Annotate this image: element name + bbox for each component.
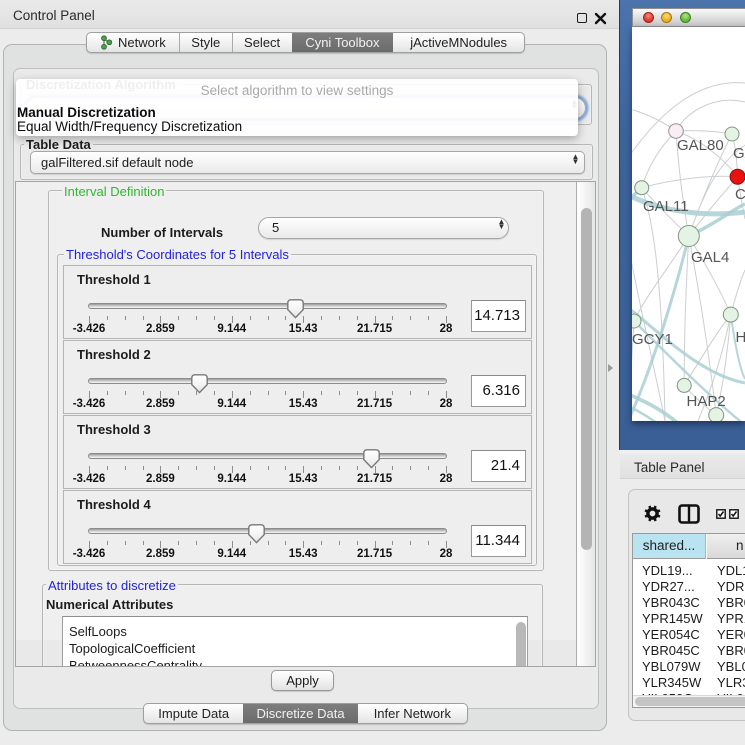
svg-text:C: C (735, 186, 745, 203)
svg-text:GAL11: GAL11 (643, 198, 689, 215)
svg-text:GAL4: GAL4 (691, 249, 729, 266)
svg-text:GCY1: GCY1 (632, 331, 673, 348)
svg-text:H: H (736, 329, 745, 346)
svg-text:HAP2: HAP2 (687, 393, 726, 410)
svg-text:GAL80: GAL80 (677, 137, 724, 154)
svg-text:GA: GA (733, 145, 745, 162)
